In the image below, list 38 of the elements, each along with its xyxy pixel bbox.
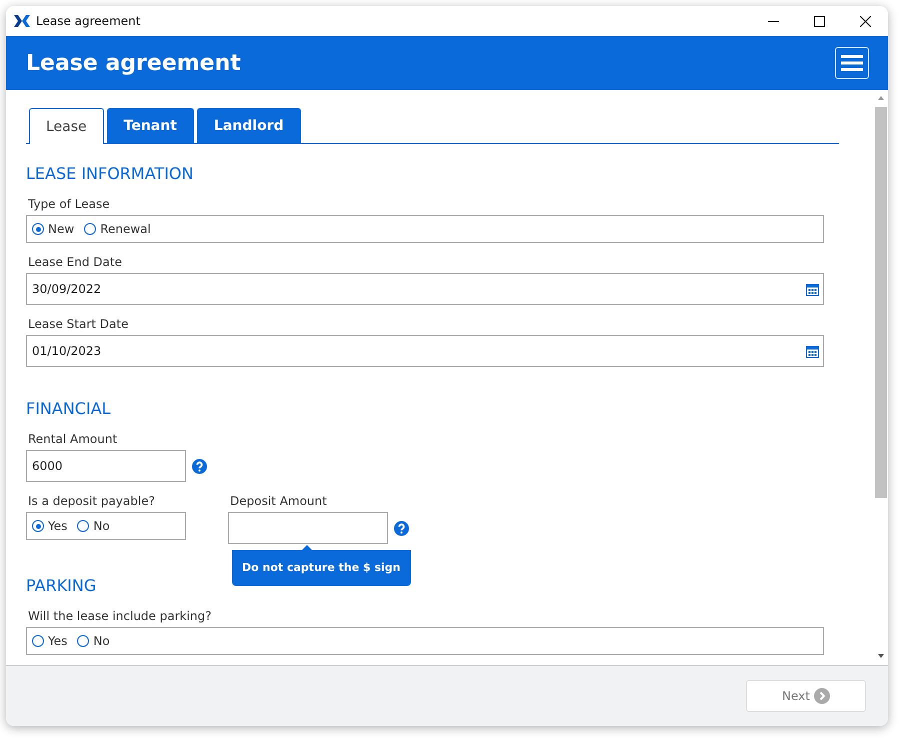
radio-option[interactable]: Yes: [32, 634, 68, 648]
radio-option[interactable]: Renewal: [84, 222, 151, 236]
tooltip: Do not capture the $ sign: [232, 545, 411, 586]
chevron-right-icon: [814, 688, 830, 704]
section-heading: FINANCIAL: [26, 399, 111, 418]
menu-icon: [841, 54, 863, 72]
field-label: Type of Lease: [27, 197, 111, 211]
section-heading: LEASE INFORMATION: [26, 164, 194, 183]
radio-option[interactable]: No: [77, 519, 110, 533]
field-label: Will the lease include parking?: [27, 609, 213, 623]
maximize-icon: [814, 16, 824, 26]
radio-option[interactable]: New: [32, 222, 74, 236]
field-label: Lease End Date: [27, 255, 123, 269]
date-field[interactable]: 01/10/2023: [26, 335, 824, 367]
help-icon[interactable]: [394, 520, 409, 536]
tab[interactable]: Tenant: [106, 108, 194, 143]
field-label: Deposit Amount: [229, 494, 328, 508]
date-value: 01/10/2023: [32, 344, 102, 358]
menu-button[interactable]: [835, 47, 869, 79]
close-icon: [860, 16, 870, 26]
window-title: Lease agreement: [36, 14, 140, 28]
tab[interactable]: Landlord: [196, 108, 301, 143]
calendar-icon[interactable]: [806, 282, 819, 296]
section-heading: PARKING: [26, 576, 96, 595]
app-logo-icon: [14, 15, 30, 27]
help-icon[interactable]: [192, 458, 207, 474]
field-label: Lease Start Date: [27, 317, 130, 331]
text-field[interactable]: 6000: [26, 450, 186, 482]
field-label: Rental Amount: [27, 432, 118, 446]
calendar-icon[interactable]: [806, 344, 819, 358]
date-field[interactable]: 30/09/2022: [26, 273, 824, 305]
radio-option[interactable]: Yes: [32, 519, 68, 533]
page-title: Lease agreement: [26, 50, 241, 76]
field-label: Is a deposit payable?: [27, 494, 156, 508]
text-field[interactable]: [228, 512, 388, 544]
tab[interactable]: Lease: [29, 108, 104, 144]
date-value: 30/09/2022: [32, 282, 102, 296]
radio-option[interactable]: No: [77, 634, 110, 648]
